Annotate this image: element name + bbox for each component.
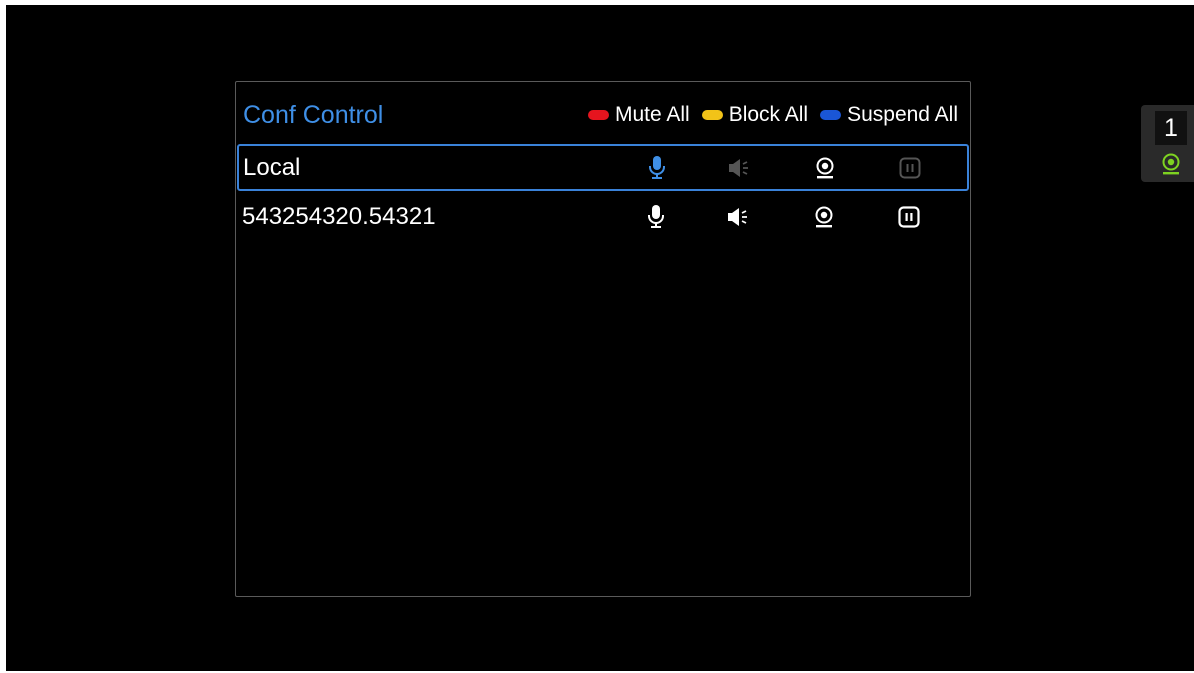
participant-count-badge[interactable]: 1 [1141,105,1194,182]
microphone-icon [648,205,664,228]
microphone-icon [649,156,665,179]
screen: Conf Control Mute All Block All Suspend … [6,5,1194,671]
microphone-button[interactable] [643,154,671,182]
pause-icon [898,206,920,228]
mute-all-button[interactable]: Mute All [588,100,690,130]
microphone-button[interactable] [642,203,670,231]
participant-name: 543254320.54321 [242,203,436,230]
legend: Mute All Block All Suspend All [588,100,958,130]
speaker-icon [729,159,748,177]
webcam-icon [1162,153,1180,175]
pause-button[interactable] [895,203,923,231]
camera-button[interactable] [810,203,838,231]
participant-name: Local [243,154,301,181]
block-all-button[interactable]: Block All [701,100,809,130]
blue-key-icon [820,110,842,120]
participant-row-remote[interactable]: 543254320.54321 [237,194,969,241]
red-key-icon [588,110,609,120]
suspend-all-label: Suspend All [847,103,958,126]
speaker-button[interactable] [726,154,754,182]
webcam-icon [816,157,834,179]
yellow-key-icon [701,110,723,120]
camera-button[interactable] [811,154,839,182]
speaker-button[interactable] [725,203,753,231]
suspend-all-button[interactable]: Suspend All [820,100,958,130]
speaker-icon [728,208,747,226]
webcam-icon [815,206,833,228]
block-all-label: Block All [728,103,809,126]
mute-all-label: Mute All [615,103,690,126]
panel-title: Conf Control [243,101,384,129]
conf-control-panel: Conf Control Mute All Block All Suspend … [235,81,971,597]
participant-row-local[interactable]: Local [237,144,969,191]
participant-count: 1 [1155,111,1187,145]
pause-button[interactable] [896,154,924,182]
pause-icon [899,157,921,179]
side-camera [1161,153,1181,180]
